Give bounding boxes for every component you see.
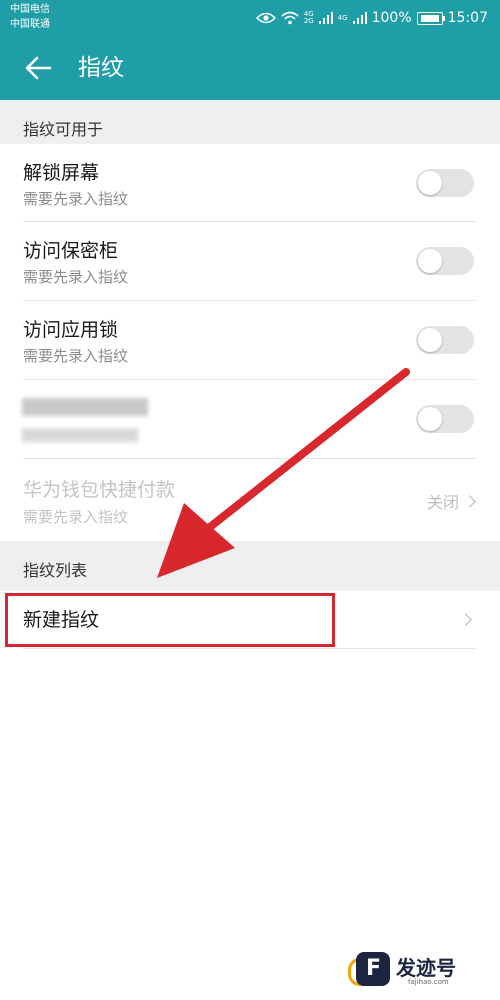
carrier-info: 中国电信 中国联通	[10, 2, 50, 32]
battery-icon	[416, 11, 445, 25]
setting-title: 华为钱包快捷付款	[23, 479, 176, 501]
section-header-usage: 指纹可用于	[0, 100, 500, 144]
eye-icon	[255, 12, 276, 24]
setting-row-obscured[interactable]	[0, 380, 500, 458]
divider	[23, 648, 475, 649]
status-bar: 中国电信 中国联通 4G 2G 4G 100% 15:07	[0, 0, 500, 36]
carrier-2: 中国联通	[10, 19, 50, 30]
watermark-domain: fajihao.com	[408, 978, 449, 986]
watermark: 发迹号 fajihao.com	[348, 946, 486, 992]
section-header-fingerprint-list: 指纹列表	[0, 541, 500, 591]
setting-row-safe-box[interactable]: 访问保密柜 需要先录入指纹	[0, 222, 500, 300]
setting-title: 访问应用锁	[23, 319, 119, 341]
setting-subtitle: 需要先录入指纹	[23, 508, 129, 526]
wallet-status: 关闭	[426, 489, 476, 513]
wallet-status-value: 关闭	[426, 493, 459, 512]
obscured-title	[22, 398, 148, 416]
setting-title: 访问保密柜	[23, 240, 119, 262]
toggle-knob	[418, 407, 442, 431]
unlock-screen-toggle[interactable]	[416, 169, 474, 197]
setting-subtitle: 需要先录入指纹	[23, 347, 129, 365]
signal-icon-1	[318, 12, 333, 24]
app-bar: 指纹	[0, 36, 500, 100]
obscured-toggle[interactable]	[416, 405, 474, 433]
carrier-1: 中国电信	[10, 4, 50, 15]
page-title: 指纹	[78, 55, 124, 81]
watermark-brand: 发迹号	[396, 956, 456, 980]
setting-title: 解锁屏幕	[23, 162, 100, 184]
setting-row-unlock-screen[interactable]: 解锁屏幕 需要先录入指纹	[0, 144, 500, 222]
network-type-a: 4G 2G	[303, 10, 314, 25]
toggle-knob	[418, 249, 442, 273]
annotation-highlight-box	[5, 593, 335, 647]
app-lock-toggle[interactable]	[416, 326, 474, 354]
wifi-icon	[281, 11, 299, 25]
chevron-right-icon	[459, 613, 472, 626]
section-header-usage-label: 指纹可用于	[23, 120, 104, 139]
arrow-left-icon[interactable]	[20, 50, 56, 86]
signal-icon-2	[352, 12, 367, 24]
setting-subtitle: 需要先录入指纹	[23, 268, 129, 286]
network-type-b: 4G	[337, 13, 348, 22]
obscured-subtitle	[22, 428, 138, 442]
toggle-knob	[418, 171, 442, 195]
clock-time: 15:07	[447, 10, 488, 26]
chevron-right-icon	[463, 494, 476, 508]
setting-subtitle: 需要先录入指纹	[23, 190, 129, 208]
section-header-list-label: 指纹列表	[23, 561, 88, 580]
watermark-logo-icon	[356, 952, 390, 986]
setting-row-app-lock[interactable]: 访问应用锁 需要先录入指纹	[0, 301, 500, 379]
status-icons: 4G 2G 4G 100% 15:07	[255, 8, 488, 28]
safe-box-toggle[interactable]	[416, 247, 474, 275]
setting-row-huawei-wallet[interactable]: 华为钱包快捷付款 需要先录入指纹 关闭	[0, 459, 500, 541]
battery-percent: 100%	[371, 10, 412, 26]
toggle-knob	[418, 328, 442, 352]
